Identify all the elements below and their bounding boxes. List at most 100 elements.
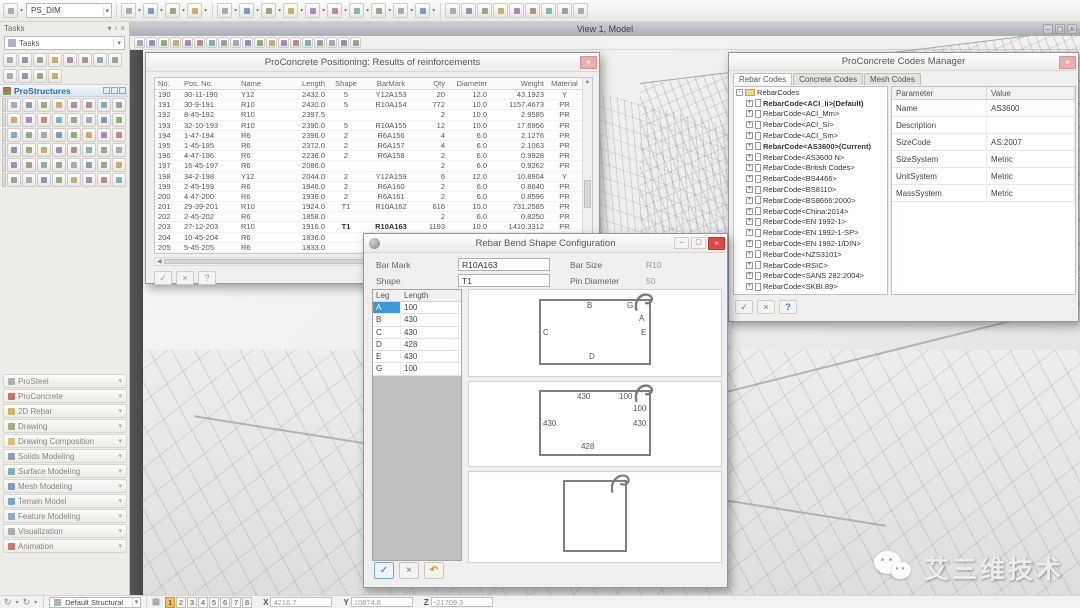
tool-icon[interactable] xyxy=(242,37,253,48)
scroll-up-icon[interactable]: ▲ xyxy=(583,78,592,87)
tool-icon[interactable] xyxy=(33,69,47,83)
column-header[interactable]: Name xyxy=(238,78,280,89)
tool-icon[interactable] xyxy=(3,69,17,83)
cancel-button[interactable]: × xyxy=(399,562,419,579)
column-header[interactable]: Pos. No. xyxy=(181,78,238,89)
tool-icon[interactable] xyxy=(22,173,36,187)
cancel-button[interactable]: × xyxy=(757,300,775,314)
chevron-down-icon[interactable]: ▾ xyxy=(277,7,282,14)
tool-icon[interactable] xyxy=(278,37,289,48)
tool-icon[interactable] xyxy=(3,53,17,67)
table-row[interactable]: 20129-39-201R101924.0T1R10A16261610.0731… xyxy=(155,202,592,212)
ok-button[interactable]: ✓ xyxy=(735,300,753,314)
pin-icon[interactable]: ▫ xyxy=(114,24,117,33)
tool-icon[interactable] xyxy=(22,113,36,127)
expand-icon[interactable]: + xyxy=(746,208,753,215)
table-row[interactable]: 19834-2-198Y122044.02Y12A159612.010.8904… xyxy=(155,172,592,182)
redo-icon[interactable]: ↻ xyxy=(23,597,31,607)
view-titlebar[interactable]: View 1, Model – ▢ × xyxy=(130,22,1080,36)
tool-icon[interactable] xyxy=(477,3,492,18)
column-header[interactable]: Weight xyxy=(490,78,547,89)
chevron-down-icon[interactable]: ▾ xyxy=(137,7,142,14)
tool-icon[interactable] xyxy=(7,128,21,142)
tool-icon[interactable] xyxy=(52,128,66,142)
chevron-down-icon[interactable]: ▾ xyxy=(431,7,436,14)
tool-icon[interactable] xyxy=(182,37,193,48)
tree-item[interactable]: +RebarCode<EN 1992-1-SP> xyxy=(734,227,887,238)
drag-handle[interactable] xyxy=(2,158,6,172)
tool-icon[interactable] xyxy=(82,158,96,172)
tool-icon[interactable] xyxy=(302,37,313,48)
tree-item[interactable]: +RebarCode<AS3600 N> xyxy=(734,152,887,163)
tree-item[interactable]: +RebarCode<China:2014> xyxy=(734,206,887,217)
table-row[interactable]: 1941-47-194R62396.02R6A15646.02.1276PR xyxy=(155,131,592,141)
task-section-animation[interactable]: Animation▾ xyxy=(3,539,127,553)
close-icon[interactable]: × xyxy=(1059,56,1076,69)
expand-icon[interactable]: + xyxy=(746,294,753,295)
expand-icon[interactable]: + xyxy=(746,240,753,247)
tool-icon[interactable] xyxy=(108,53,122,67)
tree-item[interactable]: +RebarCode<Swedish Codes> xyxy=(734,292,887,295)
table-row[interactable]: 2022-45-202R61858.026.00.8250PR xyxy=(155,212,592,222)
task-section-surface-modeling[interactable]: Surface Modeling▾ xyxy=(3,464,127,478)
tool-icon[interactable] xyxy=(350,37,361,48)
tree-item[interactable]: +RebarCode<ACI_Mm> xyxy=(734,109,887,120)
tool-icon[interactable] xyxy=(52,113,66,127)
tool-icon[interactable] xyxy=(82,113,96,127)
tab-mesh-codes[interactable]: Mesh Codes xyxy=(864,73,921,85)
collapse-icon[interactable]: - xyxy=(736,89,743,96)
column-header[interactable]: Length xyxy=(280,78,328,89)
tool-icon[interactable] xyxy=(37,143,51,157)
tool-icon[interactable] xyxy=(18,53,32,67)
view-toggle-4[interactable]: 4 xyxy=(198,597,208,608)
tool-icon[interactable] xyxy=(266,37,277,48)
column-header[interactable]: Diameter xyxy=(448,78,490,89)
chevron-down-icon[interactable]: ▾ xyxy=(118,452,122,460)
tree-item[interactable]: +RebarCode<ACI_Si> xyxy=(734,119,887,130)
tree-item[interactable]: +RebarCode<AS3600>(Current) xyxy=(734,141,887,152)
tasks-combo[interactable]: Tasks ▾ xyxy=(4,36,125,50)
expand-icon[interactable]: + xyxy=(746,229,753,236)
tool-icon[interactable] xyxy=(573,3,588,18)
view-toggle-2[interactable]: 2 xyxy=(176,597,186,608)
tool-icon[interactable] xyxy=(63,53,77,67)
tree-item[interactable]: +RebarCode<BS8110> xyxy=(734,184,887,195)
x-coordinate-field[interactable] xyxy=(270,597,332,607)
tool-icon[interactable] xyxy=(239,3,254,18)
tool-icon[interactable] xyxy=(143,3,158,18)
leg-row[interactable]: C430 xyxy=(373,327,461,339)
bend-dialog-titlebar[interactable]: Rebar Bend Shape Configuration – ▢ × xyxy=(364,234,727,253)
tool-icon[interactable] xyxy=(121,3,136,18)
tool-icon[interactable] xyxy=(525,3,540,18)
prostructures-header[interactable]: ProStructures xyxy=(0,84,129,97)
tool-icon[interactable] xyxy=(52,158,66,172)
tool-icon[interactable] xyxy=(541,3,556,18)
tool-icon[interactable] xyxy=(206,37,217,48)
expand-icon[interactable]: + xyxy=(746,110,753,117)
table-row[interactable]: 1992-45-199R61946.02R6A16026.00.8640PR xyxy=(155,182,592,192)
tree-item[interactable]: +RebarCode<SKBI.89> xyxy=(734,281,887,292)
table-row[interactable]: 2004-47-200R61936.02R6A16126.00.8596PR xyxy=(155,192,592,202)
column-header[interactable]: Leg xyxy=(373,290,401,301)
layout-toggle-icons[interactable] xyxy=(103,87,126,94)
task-section-feature-modeling[interactable]: Feature Modeling▾ xyxy=(3,509,127,523)
tool-icon[interactable] xyxy=(37,113,51,127)
view-toggle-8[interactable]: 8 xyxy=(242,597,252,608)
tool-icon[interactable] xyxy=(7,98,21,112)
tool-icon[interactable] xyxy=(112,128,126,142)
tool-icon[interactable] xyxy=(393,3,408,18)
parameter-row[interactable]: Description xyxy=(892,117,1075,134)
tool-icon[interactable] xyxy=(67,158,81,172)
task-section-terrain-model[interactable]: Terrain Model▾ xyxy=(3,494,127,508)
tree-item[interactable]: +RebarCode<British Codes> xyxy=(734,163,887,174)
chevron-down-icon[interactable]: ▾ xyxy=(118,482,122,490)
workflow-combo[interactable]: PS_DIM ▾ xyxy=(26,3,112,18)
drag-handle[interactable] xyxy=(2,128,6,142)
task-section-2d-rebar[interactable]: 2D Rebar▾ xyxy=(3,404,127,418)
tree-item[interactable]: +RebarCode<BS4466> xyxy=(734,173,887,184)
parameter-row[interactable]: UnitSystemMetric xyxy=(892,168,1075,185)
codes-dialog-titlebar[interactable]: ProConcrete Codes Manager × xyxy=(729,53,1078,71)
drag-handle[interactable] xyxy=(2,143,6,157)
tool-icon[interactable] xyxy=(22,128,36,142)
tool-icon[interactable] xyxy=(146,37,157,48)
